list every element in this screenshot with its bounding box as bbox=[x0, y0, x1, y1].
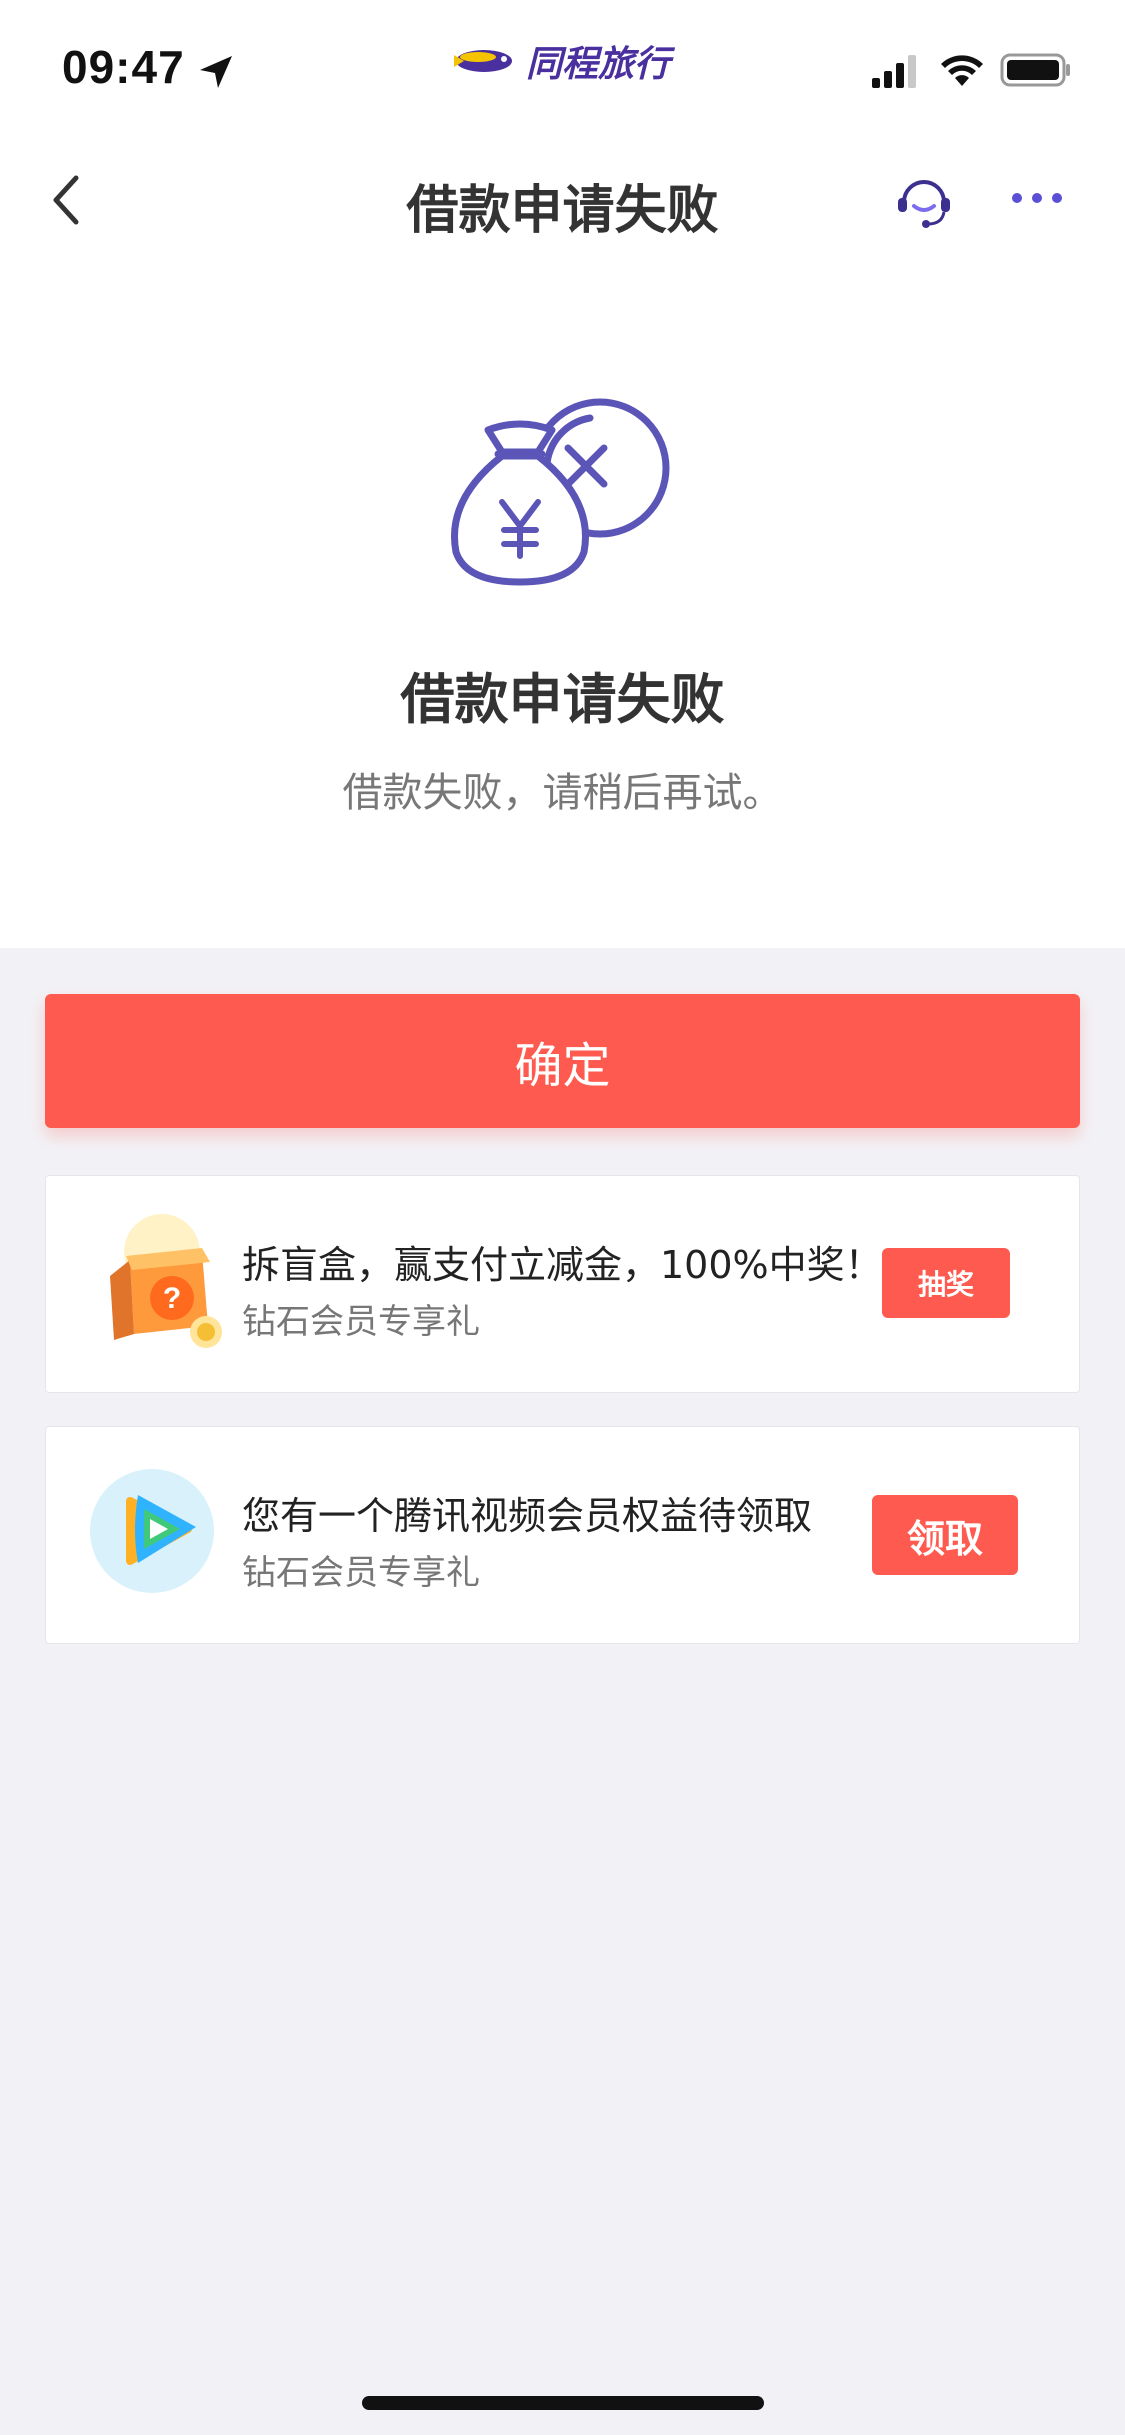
promo-card-tencent-video[interactable]: 您有一个腾讯视频会员权益待领取 钻石会员专享礼 领取 bbox=[45, 1426, 1080, 1644]
draw-prize-button[interactable]: 抽奖 bbox=[882, 1248, 1010, 1318]
home-indicator[interactable] bbox=[362, 2396, 764, 2410]
promo-title: 拆盲盒，赢支付立减金，100%中奖！ bbox=[242, 1243, 883, 1287]
more-options-icon[interactable] bbox=[1005, 178, 1069, 218]
result-message: 借款失败，请稍后再试。 bbox=[342, 770, 783, 816]
svg-text:?: ? bbox=[163, 1282, 181, 1315]
promo-title: 您有一个腾讯视频会员权益待领取 bbox=[242, 1494, 813, 1538]
promo-card-blind-box[interactable]: ? 拆盲盒，赢支付立减金，100%中奖！ 钻石会员专享礼 抽奖 bbox=[45, 1175, 1080, 1393]
customer-service-icon[interactable] bbox=[892, 168, 956, 232]
status-bar: 09:47 同程旅行 bbox=[0, 0, 1125, 130]
brand-name: 同程旅行 bbox=[526, 44, 671, 85]
money-bag-failed-icon bbox=[451, 398, 670, 586]
brand-logo-icon bbox=[454, 50, 512, 72]
brand: 同程旅行 bbox=[448, 36, 670, 86]
promo-subtitle: 钻石会员专享礼 bbox=[242, 1553, 480, 1593]
cellular-signal-icon bbox=[872, 55, 916, 88]
location-arrow-icon bbox=[200, 56, 232, 88]
blind-box-icon: ? bbox=[110, 1214, 222, 1348]
promo-subtitle: 钻石会员专享礼 bbox=[242, 1302, 480, 1342]
back-chevron-icon[interactable] bbox=[44, 170, 94, 230]
status-time: 09:47 bbox=[62, 41, 185, 93]
wifi-icon bbox=[941, 55, 983, 86]
nav-bar: 借款申请失败 bbox=[0, 140, 1125, 260]
claim-button[interactable]: 领取 bbox=[872, 1495, 1018, 1575]
confirm-button[interactable]: 确定 bbox=[45, 994, 1080, 1128]
battery-icon bbox=[1000, 53, 1070, 87]
tencent-video-icon bbox=[90, 1469, 214, 1593]
page-title: 借款申请失败 bbox=[406, 181, 719, 241]
result-title: 借款申请失败 bbox=[400, 668, 725, 731]
